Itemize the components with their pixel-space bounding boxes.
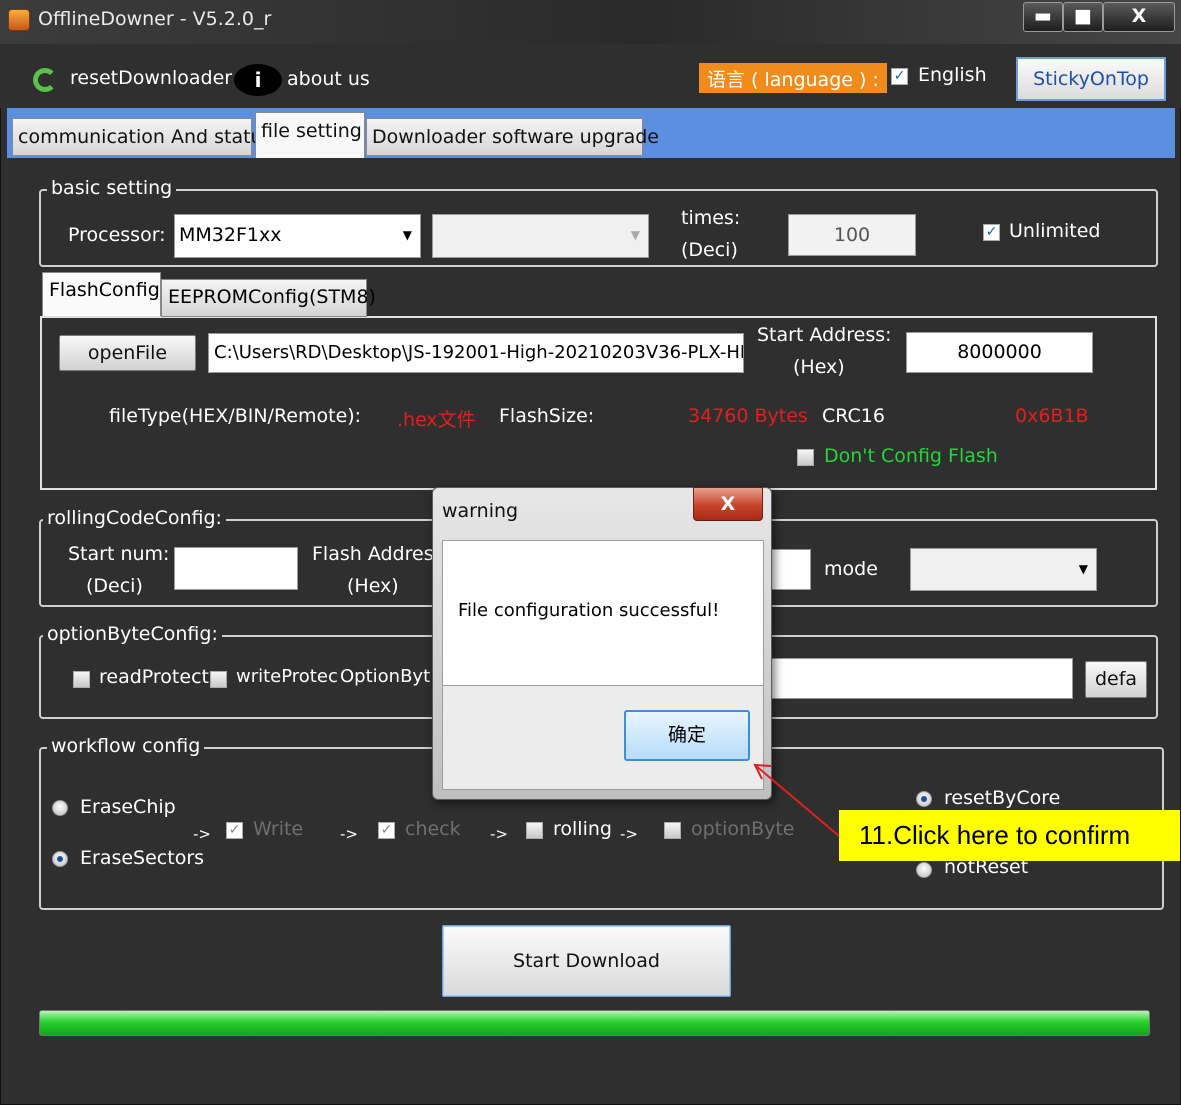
- times-unit-label: (Deci): [681, 239, 738, 261]
- write-label[interactable]: Write: [253, 818, 303, 840]
- write-checkbox[interactable]: ✓: [226, 822, 243, 839]
- reset-by-core-label[interactable]: resetByCore: [944, 787, 1060, 809]
- refresh-icon[interactable]: [33, 68, 57, 92]
- rolling-label[interactable]: rolling: [553, 818, 612, 840]
- crc16-label: CRC16: [822, 405, 885, 427]
- minimize-button[interactable]: ▬: [1023, 2, 1063, 32]
- start-address-unit-label: (Hex): [793, 356, 845, 378]
- english-checkbox[interactable]: ✓: [891, 68, 908, 85]
- times-input[interactable]: 100: [788, 214, 916, 256]
- dialog-ok-button[interactable]: 确定: [624, 710, 750, 761]
- processor-label: Processor:: [68, 224, 166, 246]
- progress-fill: [40, 1011, 1149, 1035]
- start-address-label: Start Address:: [757, 324, 892, 346]
- erase-sectors-label[interactable]: EraseSectors: [80, 847, 204, 869]
- download-progress-bar: [39, 1010, 1150, 1036]
- times-label: times:: [681, 207, 741, 229]
- start-address-input[interactable]: 8000000: [906, 332, 1093, 373]
- write-protect-label[interactable]: writeProtec: [236, 666, 338, 687]
- dont-config-flash-label[interactable]: Don't Config Flash: [824, 445, 998, 467]
- chevron-down-icon: ▼: [630, 228, 640, 242]
- mode-label: mode: [824, 558, 878, 580]
- workflow-arrow: ->: [340, 825, 358, 843]
- dialog-message: File configuration successful!: [458, 600, 720, 621]
- english-label[interactable]: English: [918, 64, 987, 86]
- flash-address-unit-label: (Hex): [347, 575, 399, 597]
- unlimited-checkbox[interactable]: ✓: [983, 224, 1000, 241]
- workflow-arrow: ->: [620, 825, 638, 843]
- window-title: OfflineDowner - V5.2.0_r: [38, 8, 272, 30]
- erase-sectors-radio[interactable]: [52, 851, 68, 867]
- tab-communication-and-status[interactable]: communication And status: [12, 118, 273, 156]
- flash-address-input[interactable]: [766, 549, 811, 590]
- read-protect-checkbox[interactable]: [73, 671, 90, 688]
- option-byte-title: optionByteConfig:: [43, 623, 222, 645]
- check-label[interactable]: check: [405, 818, 461, 840]
- tab-eeprom-config[interactable]: EEPROMConfig(STM8): [161, 279, 376, 317]
- tab-downloader-software-upgrade[interactable]: Downloader software upgrade: [366, 118, 659, 156]
- about-us-link[interactable]: about us: [287, 68, 370, 90]
- flash-address-label: Flash Address: [312, 543, 444, 565]
- workflow-arrow: ->: [490, 825, 508, 843]
- rolling-code-title: rollingCodeConfig:: [43, 507, 226, 529]
- dialog-close-button[interactable]: X: [693, 487, 763, 521]
- file-path-input[interactable]: C:\Users\RD\Desktop\JS-192001-High-20210…: [208, 333, 744, 373]
- option-byte-label: OptionByt: [340, 666, 431, 687]
- option-byte-input[interactable]: [768, 658, 1073, 699]
- processor-value: MM32F1xx: [179, 224, 282, 246]
- open-file-button[interactable]: openFile: [59, 335, 196, 371]
- reset-downloader-link[interactable]: resetDownloader: [70, 67, 232, 89]
- start-num-unit-label: (Deci): [86, 575, 143, 597]
- app-icon: [8, 9, 30, 31]
- sticky-on-top-button[interactable]: StickyOnTop: [1016, 57, 1166, 101]
- read-protect-label[interactable]: readProtect: [99, 666, 209, 688]
- option-byte-checkbox[interactable]: [664, 822, 681, 839]
- start-num-label: Start num:: [68, 543, 170, 565]
- dont-config-flash-checkbox[interactable]: [797, 449, 814, 466]
- secondary-select[interactable]: ▼: [432, 214, 649, 258]
- close-window-button[interactable]: X: [1103, 2, 1175, 32]
- annotation-callout: 11.Click here to confirm: [839, 810, 1180, 861]
- basic-setting-title: basic setting: [47, 177, 177, 199]
- chevron-down-icon: ▼: [1078, 562, 1088, 576]
- processor-select[interactable]: MM32F1xx ▼: [174, 214, 421, 258]
- tab-flash-config[interactable]: FlashConfig: [42, 272, 161, 316]
- erase-chip-label[interactable]: EraseChip: [80, 796, 176, 818]
- info-icon[interactable]: i: [234, 64, 282, 96]
- option-byte-workflow-label[interactable]: optionByte: [691, 818, 795, 840]
- rolling-checkbox[interactable]: [526, 822, 543, 839]
- not-reset-radio[interactable]: [916, 862, 932, 878]
- chevron-down-icon: ▼: [402, 228, 412, 242]
- dialog-title: warning: [442, 500, 519, 522]
- flash-size-value: 34760 Bytes: [688, 405, 808, 427]
- default-button[interactable]: defa: [1085, 661, 1147, 698]
- tab-file-setting[interactable]: file setting: [255, 112, 365, 158]
- erase-chip-radio[interactable]: [52, 800, 68, 816]
- mode-select[interactable]: ▼: [910, 548, 1097, 591]
- unlimited-label[interactable]: Unlimited: [1009, 220, 1101, 242]
- reset-by-core-radio[interactable]: [916, 791, 932, 807]
- language-label: 语言 ( language ) :: [699, 63, 887, 93]
- start-download-button[interactable]: Start Download: [442, 925, 731, 997]
- check-checkbox[interactable]: ✓: [378, 822, 395, 839]
- crc16-value: 0x6B1B: [1015, 405, 1089, 427]
- start-num-input[interactable]: [174, 547, 298, 590]
- workflow-arrow: ->: [193, 825, 211, 843]
- write-protect-checkbox[interactable]: [210, 671, 227, 688]
- flash-size-label: FlashSize:: [499, 405, 595, 427]
- file-type-value: .hex文件: [397, 409, 476, 431]
- maximize-button[interactable]: ■: [1063, 2, 1103, 32]
- workflow-config-title: workflow config: [47, 735, 205, 757]
- file-type-label: fileType(HEX/BIN/Remote):: [109, 405, 362, 427]
